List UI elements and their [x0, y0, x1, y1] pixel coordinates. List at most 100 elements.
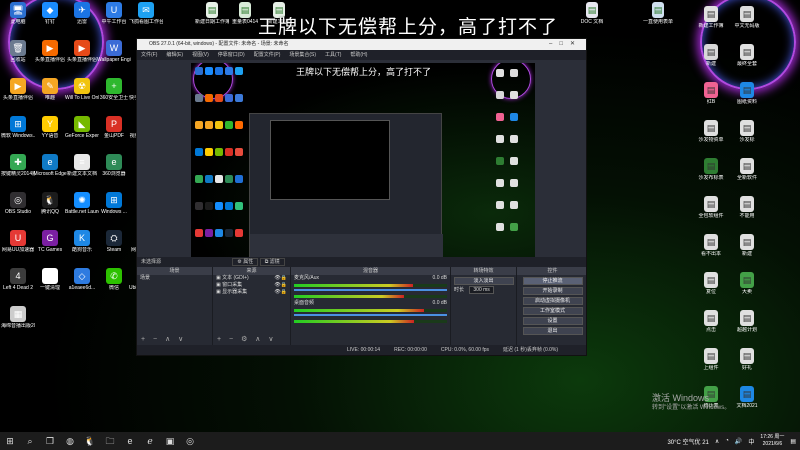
obs-title-bar[interactable]: OBS 27.0.1 (64-bit, windows) - 配置文件: 未命名…	[137, 39, 586, 50]
desktop-file[interactable]: ▤新建日期工作簿20210727	[195, 2, 229, 25]
desktop-icon[interactable]: ◐ 一键清理	[33, 268, 67, 291]
desktop-file[interactable]: ▤ DOC 文档	[575, 2, 609, 25]
transition-select[interactable]: 淡入淡出	[453, 277, 514, 285]
menu-item[interactable]: 配置文件(P)	[254, 50, 281, 60]
desktop-icon[interactable]: 🖥此电脑	[1, 2, 35, 25]
files-icon[interactable]: 🗀	[100, 432, 120, 450]
menu-item[interactable]: 文件(F)	[141, 50, 157, 60]
desktop-icon[interactable]: ▤ 新建工作簿	[694, 6, 728, 29]
desktop-file[interactable]: ▤ 一直使用表单	[641, 2, 675, 25]
ie-icon[interactable]: ℯ	[140, 432, 160, 450]
menu-item[interactable]: 编辑(E)	[166, 50, 183, 60]
desktop-icon[interactable]: 🗑 回收站	[1, 40, 35, 63]
edge-icon[interactable]: e	[120, 432, 140, 450]
desktop-icon[interactable]: ⊞ Windows ...	[97, 192, 131, 215]
desktop-icon[interactable]: ▶ 头条直播伴侣	[65, 40, 99, 63]
window-controls[interactable]: –□✕	[549, 39, 582, 50]
desktop-icon[interactable]: ▤ 超越计划	[730, 310, 764, 333]
clock[interactable]: 17:26 周一 2021/6/6	[760, 434, 784, 448]
desktop-icon[interactable]: G TC Games	[33, 230, 67, 253]
desktop-icon[interactable]: K 酷狗音乐	[65, 230, 99, 253]
desktop-icon[interactable]: ▤ 全包软组件	[694, 196, 728, 219]
desktop-file[interactable]: ▤ 重量表0414	[228, 2, 262, 25]
source-item[interactable]: ▣ 文本 (GDI+) 👁🔒	[213, 275, 290, 282]
desktop-icon[interactable]: ▤ 全新软件	[730, 158, 764, 181]
desktop-icon[interactable]: ⛭ Steam	[97, 230, 131, 253]
volume-icon[interactable]: 🔊	[735, 438, 742, 445]
desktop-icon[interactable]: ✈ 迅雷	[65, 2, 99, 25]
duration-input[interactable]: 300 ms	[469, 286, 494, 294]
visibility-eye-icon[interactable]: 👁🔒	[274, 282, 287, 289]
network-icon[interactable]: ◔	[725, 438, 729, 444]
obs-icon[interactable]: ◎	[180, 432, 200, 450]
search-icon[interactable]: ⌕	[20, 432, 40, 450]
desktop-icon[interactable]: e 360浏览器	[97, 154, 131, 177]
volume-slider[interactable]	[294, 289, 447, 291]
obs-window[interactable]: OBS 27.0.1 (64-bit, windows) - 配置文件: 未命名…	[136, 38, 587, 356]
control-button[interactable]: 开始录制	[522, 287, 583, 295]
desktop-icon[interactable]: ✎ 唯趣	[33, 78, 67, 101]
menu-item[interactable]: 帮助(H)	[350, 50, 367, 60]
obs-preview[interactable]: 王牌以下无偿帮上分，高了打不了	[191, 63, 535, 257]
desktop-icon[interactable]: ▤ 沙发物资单	[694, 120, 728, 143]
desktop-icon[interactable]: U 中午工作台	[97, 2, 131, 25]
source-item[interactable]: ▣ 显示器采集 👁🔒	[213, 289, 290, 296]
desktop-icon[interactable]: ▤ 沙发布标表	[694, 158, 728, 181]
qq-icon[interactable]: 🐧	[80, 432, 100, 450]
desktop-icon[interactable]: ▶ 头条直播伴侣	[1, 78, 35, 101]
desktop-icon[interactable]: ☢Will To Live Online	[65, 78, 99, 101]
start-icon[interactable]: ⊞	[0, 432, 20, 450]
menu-item[interactable]: 视图(V)	[192, 50, 209, 60]
desktop-icon[interactable]: ◎ OBS Studio	[1, 192, 35, 215]
scene-item[interactable]: 场景	[137, 275, 212, 282]
scenes-toolbar[interactable]: + − ∧ ∨	[141, 335, 186, 343]
desktop-icon[interactable]: ▤ 点击	[694, 310, 728, 333]
desktop-icon[interactable]: ⊞ 微软 Windows...	[1, 116, 35, 139]
menu-item[interactable]: 工具(T)	[325, 50, 341, 60]
desktop-icon[interactable]: ▤ 图纸资料	[730, 82, 764, 105]
desktop-icon[interactable]: ▤ 新建	[730, 234, 764, 257]
desktop-icon[interactable]: ✚ 按键精灵2014版	[1, 154, 35, 177]
desktop-icon[interactable]: ✺Battle.net Launcher	[65, 192, 99, 215]
control-button[interactable]: 退出	[522, 327, 583, 335]
control-button[interactable]: 启动虚拟摄像机	[522, 297, 583, 305]
desktop-icon[interactable]: ▤ 好礼	[730, 348, 764, 371]
visibility-eye-icon[interactable]: 👁🔒	[274, 275, 287, 282]
desktop-icon[interactable]: ▤ 上组件	[694, 348, 728, 371]
desktop-icon[interactable]: ◣GeForce Experience	[65, 116, 99, 139]
desktop-icon[interactable]: ▦海绵音播出版2010(1)	[1, 306, 35, 329]
desktop-icon[interactable]: U 网易UU加速器	[1, 230, 35, 253]
properties-button[interactable]: ⚙ 属性	[232, 258, 259, 266]
photos-icon[interactable]: ▣	[160, 432, 180, 450]
visibility-eye-icon[interactable]: 👁🔒	[274, 289, 287, 296]
sources-toolbar[interactable]: + − ⚙ ∧ ∨	[217, 335, 276, 343]
control-button[interactable]: 设置	[522, 317, 583, 325]
desktop-icon[interactable]: WWallpaper Engine	[97, 40, 131, 63]
desktop-icon[interactable]: Y YY语音	[33, 116, 67, 139]
desktop-icon[interactable]: ▶ 头条直播伴侣	[33, 40, 67, 63]
desktop-icon[interactable]: ▤ 最终全套	[730, 44, 764, 67]
desktop-icon[interactable]: ▤ 大卖	[730, 272, 764, 295]
notification-icon[interactable]: ▤	[790, 438, 796, 445]
desktop-icon[interactable]: P 金山PDF	[97, 116, 131, 139]
source-item[interactable]: ▣ 窗口采集 👁🔒	[213, 282, 290, 289]
desktop-icon[interactable]: ▤ 中文无码版	[730, 6, 764, 29]
desktop-icon[interactable]: ▤ 文档2021	[730, 386, 764, 409]
desktop-icon[interactable]: ✉ 飞鸽看图工作台	[129, 2, 163, 25]
desktop-icon[interactable]: ◇ a1eaee6d...	[65, 268, 99, 291]
desktop-icon[interactable]: ✆ 微信	[97, 268, 131, 291]
desktop-icon[interactable]: ▤ 复位	[694, 272, 728, 295]
desktop-icon[interactable]: 4 Left 4 Dead 2	[1, 268, 35, 291]
control-button[interactable]: 停止推流	[522, 277, 583, 285]
desktop-icon[interactable]: ≡ 新建文本文档	[65, 154, 99, 177]
desktop-icon[interactable]: +360安全卫士	[97, 78, 131, 101]
volume-slider[interactable]	[294, 314, 447, 316]
desktop-icon[interactable]: ▤ 新建	[694, 44, 728, 67]
taskview-icon[interactable]: ❐	[40, 432, 60, 450]
desktop-icon[interactable]: ◆ 钉钉	[33, 2, 67, 25]
desktop-icon[interactable]: ▤ 红B	[694, 82, 728, 105]
chrome-icon[interactable]: ◍	[60, 432, 80, 450]
desktop-icon[interactable]: e Microsoft Edge	[33, 154, 67, 177]
weather-widget[interactable]: 30°C 空气优 21	[667, 437, 708, 446]
menu-item[interactable]: 停靠窗口(D)	[218, 50, 245, 60]
